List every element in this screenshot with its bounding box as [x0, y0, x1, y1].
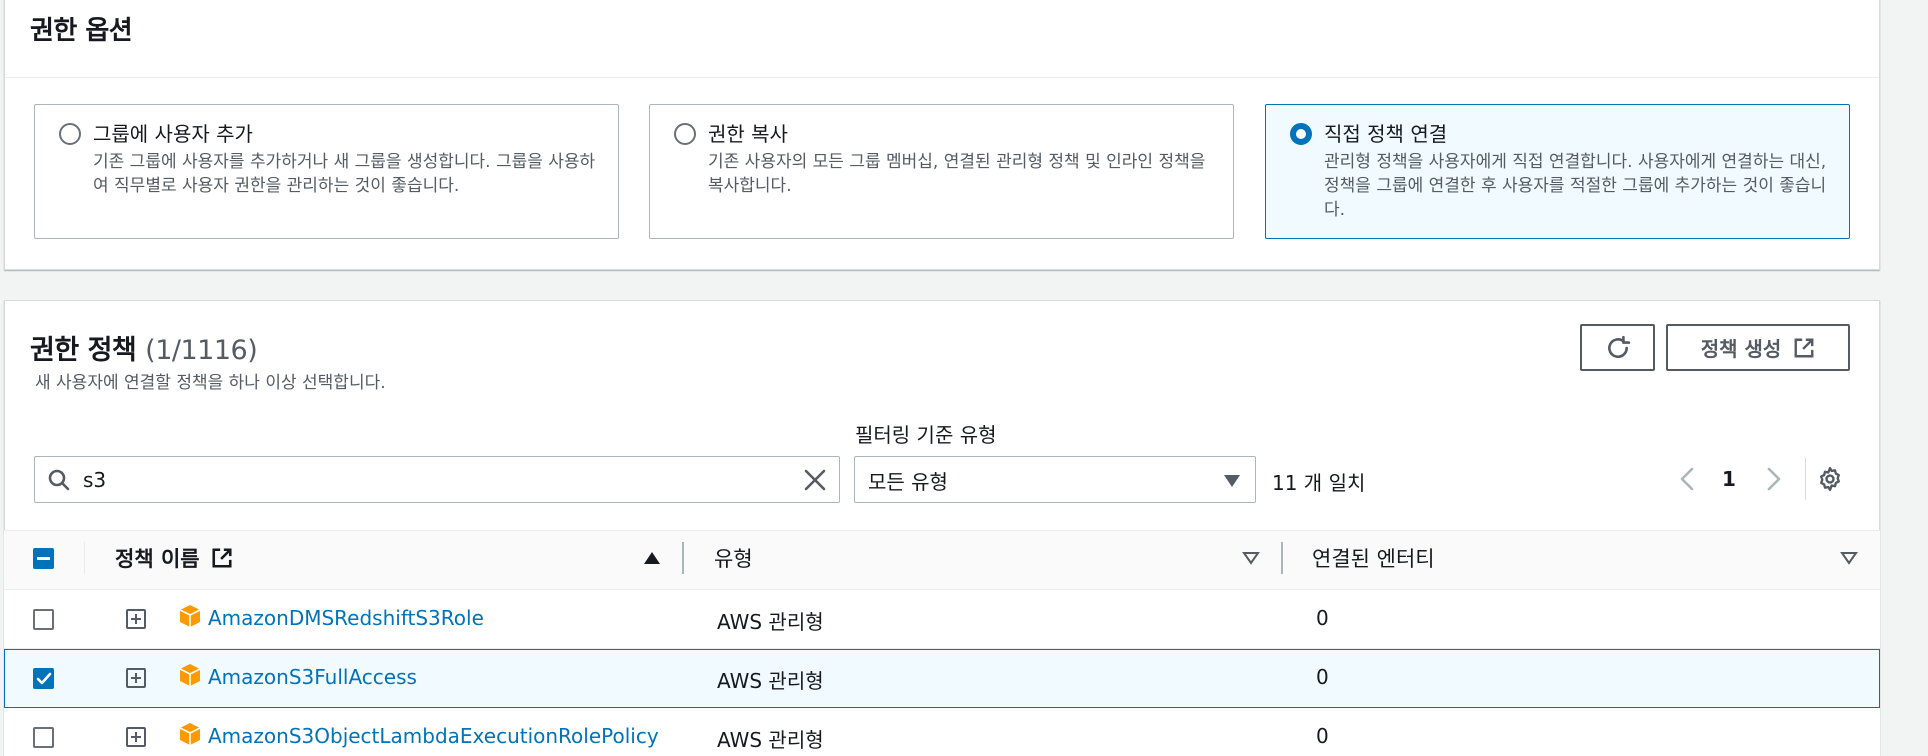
sort-icon[interactable]	[1242, 551, 1260, 565]
clear-search-icon[interactable]	[803, 468, 827, 492]
policy-name-link[interactable]: AmazonS3FullAccess	[208, 665, 417, 689]
policy-type: AWS 관리형	[717, 610, 824, 634]
table-row[interactable]: AmazonS3FullAccess AWS 관리형 0	[4, 649, 1880, 708]
check-icon	[36, 672, 52, 685]
option-attach-policies[interactable]: 직접 정책 연결 관리형 정책을 사용자에게 직접 연결합니다. 사용자에게 연…	[1265, 104, 1850, 239]
policies-title: 권한 정책 (1/1116)	[30, 328, 258, 367]
radio-add-to-group[interactable]	[59, 123, 81, 145]
select-all-checkbox[interactable]	[33, 548, 54, 569]
column-divider	[682, 542, 684, 574]
policy-search-input[interactable]	[83, 465, 783, 495]
caret-down-icon	[1224, 475, 1240, 487]
permission-options-header	[5, 0, 1879, 78]
row-checkbox[interactable]	[33, 609, 54, 630]
option-description: 관리형 정책을 사용자에게 직접 연결합니다. 사용자에게 연결하는 대신, 정…	[1324, 152, 1827, 220]
column-header-entities[interactable]: 연결된 엔터티	[1312, 543, 1435, 573]
policies-description: 새 사용자에 연결할 정책을 하나 이상 선택합니다.	[35, 373, 386, 393]
refresh-button[interactable]	[1580, 324, 1655, 371]
expand-row-icon[interactable]	[126, 668, 146, 688]
match-count: 11 개 일치	[1272, 471, 1366, 495]
option-title: 권한 복사	[708, 122, 788, 146]
table-row[interactable]: AmazonDMSRedshiftS3Role AWS 관리형 0	[4, 590, 1880, 649]
radio-copy-permissions[interactable]	[674, 123, 696, 145]
attached-entities: 0	[1316, 665, 1329, 689]
next-page-icon[interactable]	[1761, 466, 1785, 492]
filter-type-label: 필터링 기준 유형	[855, 423, 997, 447]
row-checkbox[interactable]	[33, 727, 54, 748]
expand-row-icon[interactable]	[126, 727, 146, 747]
column-divider	[84, 542, 85, 574]
search-icon	[48, 469, 70, 491]
policies-count: (1/1116)	[145, 335, 258, 366]
policies-title-text: 권한 정책	[30, 335, 137, 366]
option-description: 기존 그룹에 사용자를 추가하거나 새 그룹을 생성합니다. 그룹을 사용하여 …	[93, 152, 596, 196]
external-link-icon	[212, 548, 232, 568]
permission-options-title: 권한 옵션	[30, 16, 133, 46]
option-copy-permissions[interactable]: 권한 복사 기존 사용자의 모든 그룹 멤버십, 연결된 관리형 정책 및 인라…	[649, 104, 1234, 239]
previous-page-icon[interactable]	[1676, 466, 1700, 492]
option-description: 기존 사용자의 모든 그룹 멤버십, 연결된 관리형 정책 및 인라인 정책을 …	[708, 152, 1206, 196]
column-name-label: 정책 이름	[115, 547, 200, 571]
table-header	[4, 530, 1880, 590]
indeterminate-mark	[37, 557, 50, 560]
aws-managed-cube-icon	[179, 664, 201, 686]
filter-type-value: 모든 유형	[868, 470, 948, 494]
refresh-icon	[1607, 335, 1630, 358]
pager-divider	[1805, 458, 1806, 500]
attached-entities: 0	[1316, 606, 1329, 630]
sort-ascending-icon[interactable]	[643, 551, 661, 565]
attached-entities: 0	[1316, 724, 1329, 748]
policy-name-link[interactable]: AmazonS3ObjectLambdaExecutionRolePolicy	[208, 724, 659, 748]
policy-type: AWS 관리형	[717, 669, 824, 693]
table-row[interactable]: AmazonS3ObjectLambdaExecutionRolePolicy …	[4, 708, 1880, 756]
policy-search	[34, 456, 840, 503]
create-policy-label: 정책 생성	[1700, 337, 1782, 361]
current-page[interactable]: 1	[1722, 467, 1736, 491]
expand-row-icon[interactable]	[126, 609, 146, 629]
filter-type-select[interactable]: 모든 유형	[854, 456, 1256, 503]
radio-attach-policies[interactable]	[1290, 123, 1312, 145]
option-title: 그룹에 사용자 추가	[93, 122, 253, 146]
aws-managed-cube-icon	[179, 723, 201, 745]
external-link-icon	[1794, 338, 1814, 357]
row-checkbox[interactable]	[33, 668, 54, 689]
gear-icon[interactable]	[1817, 466, 1843, 492]
sort-icon[interactable]	[1840, 551, 1858, 565]
column-header-policy-name[interactable]: 정책 이름	[115, 543, 233, 573]
create-policy-button[interactable]: 정책 생성	[1666, 324, 1850, 371]
option-title: 직접 정책 연결	[1324, 122, 1448, 146]
policy-name-link[interactable]: AmazonDMSRedshiftS3Role	[208, 606, 484, 630]
aws-managed-cube-icon	[179, 605, 201, 627]
policy-type: AWS 관리형	[717, 728, 824, 752]
column-header-type[interactable]: 유형	[714, 543, 753, 573]
option-add-to-group[interactable]: 그룹에 사용자 추가 기존 그룹에 사용자를 추가하거나 새 그룹을 생성합니다…	[34, 104, 619, 239]
column-divider	[1281, 542, 1283, 574]
